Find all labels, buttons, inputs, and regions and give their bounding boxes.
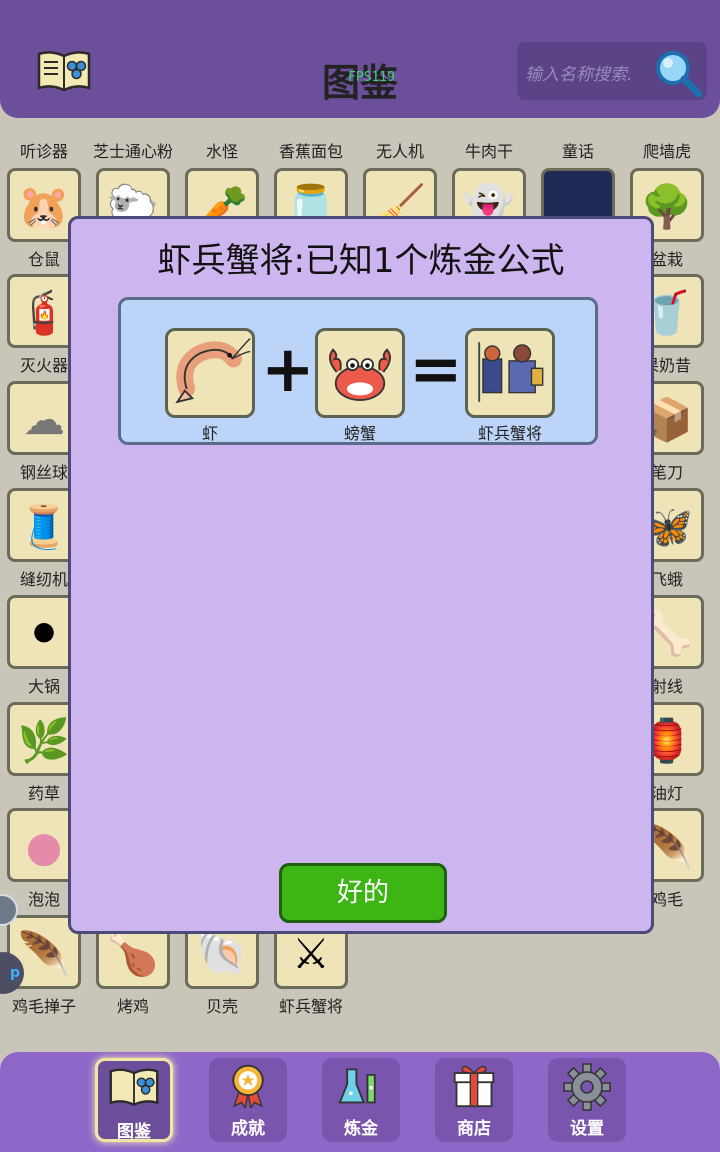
nav-tab-settings[interactable]: 设置 bbox=[548, 1058, 626, 1142]
grid-item[interactable]: 无人机 bbox=[356, 118, 444, 161]
medal-icon bbox=[232, 1064, 264, 1110]
grid-item[interactable]: 牛肉干 bbox=[445, 118, 533, 161]
nav-tab-achievements[interactable]: 成就 bbox=[209, 1058, 287, 1142]
search-box[interactable]: 输入名称搜索. bbox=[517, 42, 707, 100]
fps-counter: FPS119 bbox=[348, 70, 395, 85]
grid-item[interactable]: 爬墙虎 bbox=[623, 118, 711, 161]
flask-icon bbox=[338, 1068, 376, 1104]
crab-icon bbox=[329, 348, 391, 401]
grid-item[interactable]: 芝士通心粉 bbox=[89, 118, 177, 161]
nav-label: 商店 bbox=[457, 1119, 491, 1139]
nav-tab-shop[interactable]: 商店 bbox=[435, 1058, 513, 1142]
roast-chicken-icon: 🍗 bbox=[106, 929, 160, 978]
header-bar: 图鉴 FPS119 输入名称搜索. bbox=[0, 0, 720, 118]
nav-tab-collection[interactable]: 图鉴 bbox=[95, 1058, 173, 1142]
nav-label: 设置 bbox=[570, 1119, 604, 1139]
gift-icon bbox=[453, 1065, 495, 1108]
recipe-input-shrimp[interactable] bbox=[165, 328, 255, 418]
shrimp-icon bbox=[175, 337, 251, 404]
nav-label: 图鉴 bbox=[117, 1122, 151, 1142]
nav-tab-alchemy[interactable]: 炼金 bbox=[322, 1058, 400, 1142]
recipe-input-label-b: 螃蟹 bbox=[343, 424, 376, 443]
dialog-title: 虾兵蟹将:已知1个炼金公式 bbox=[157, 241, 565, 281]
grid-item[interactable]: 水怪 bbox=[178, 118, 266, 161]
search-input[interactable]: 输入名称搜索. bbox=[525, 60, 655, 85]
nav-label: 成就 bbox=[231, 1119, 265, 1139]
grid-item[interactable]: 香蕉面包 bbox=[267, 118, 355, 161]
soldiers-icon: ⚔ bbox=[292, 929, 330, 978]
recipe-dialog: 虾兵蟹将:已知1个炼金公式 虾 + 螃蟹 = 虾兵蟹将 好的 bbox=[68, 216, 654, 934]
recipe-result-label: 虾兵蟹将 bbox=[477, 424, 542, 443]
ok-button[interactable]: 好的 bbox=[279, 863, 447, 923]
search-icon[interactable] bbox=[653, 48, 703, 98]
recipe-result-slot[interactable] bbox=[465, 328, 555, 418]
recipe-input-crab[interactable] bbox=[315, 328, 405, 418]
grid-item[interactable]: 童话 bbox=[534, 118, 622, 161]
soldiers-icon bbox=[478, 342, 544, 402]
nav-label: 炼金 bbox=[344, 1119, 378, 1139]
shell-icon: 🐚 bbox=[195, 929, 249, 978]
book-icon bbox=[109, 1068, 159, 1106]
recipe-input-label-a: 虾 bbox=[201, 424, 218, 443]
grid-item[interactable]: 听诊器 bbox=[0, 118, 88, 161]
equals-sign: = bbox=[409, 333, 463, 407]
recipe-panel: 虾 + 螃蟹 = 虾兵蟹将 bbox=[118, 297, 598, 445]
plus-sign: + bbox=[261, 333, 315, 407]
bottom-nav: 图鉴 成就 炼金 商店 设置 bbox=[0, 1052, 720, 1152]
gear-icon bbox=[563, 1063, 611, 1111]
